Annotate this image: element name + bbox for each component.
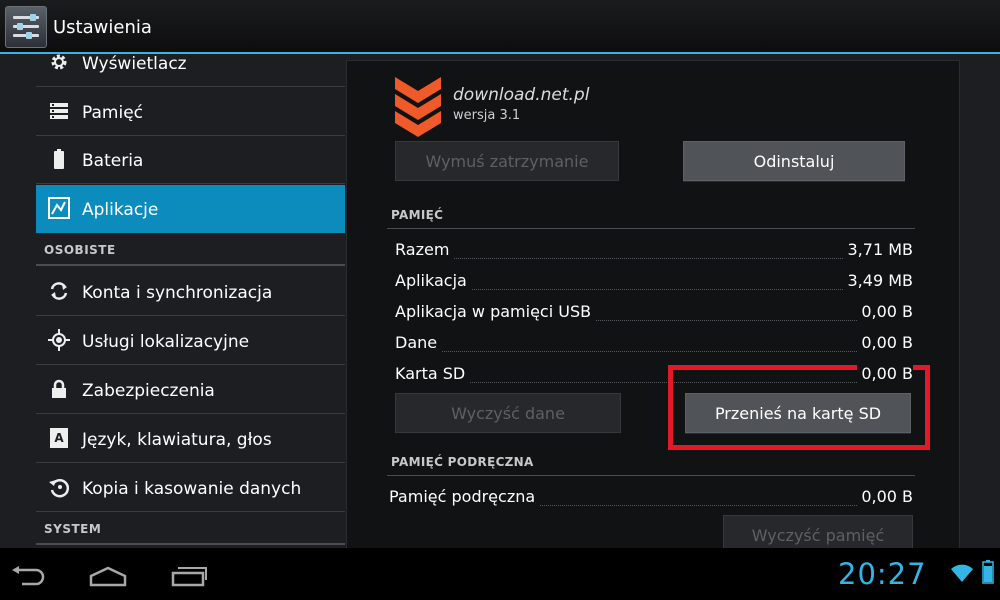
divider <box>387 475 915 476</box>
action-bar: Ustawienia <box>0 0 1000 54</box>
page-title: Ustawienia <box>53 17 152 38</box>
divider <box>387 228 915 229</box>
sidebar-item-label: Aplikacje <box>82 200 159 220</box>
battery-status-icon <box>982 560 994 584</box>
storage-row-data: Dane 0,00 B <box>395 333 913 352</box>
uninstall-button[interactable]: Odinstaluj <box>683 141 905 181</box>
keyboard-language-icon: A <box>48 427 70 449</box>
download-logo-icon <box>395 77 441 137</box>
sidebar-item-backup-reset[interactable]: Kopia i kasowanie danych <box>36 464 345 512</box>
home-icon[interactable] <box>88 565 128 587</box>
settings-sliders-icon[interactable] <box>5 6 47 48</box>
sidebar-item-location[interactable]: Usługi lokalizacyjne <box>36 317 345 365</box>
lock-icon <box>48 378 70 400</box>
sidebar-item-security[interactable]: Zabezpieczenia <box>36 366 345 414</box>
svg-text:A: A <box>54 431 64 445</box>
cache-section-header: PAMIĘĆ PODRĘCZNA <box>391 455 534 469</box>
sidebar-item-display[interactable]: Wyświetlacz <box>36 54 345 87</box>
sidebar-item-label: Konta i synchronizacja <box>82 283 273 303</box>
sidebar-item-label: Bateria <box>82 151 144 171</box>
settings-sidebar: Wyświetlacz Pamięć Bateria Aplikacje OSO… <box>36 54 345 548</box>
sidebar-item-label: Pamięć <box>82 103 143 123</box>
section-header-system: SYSTEM <box>36 513 345 545</box>
app-version: wersja 3.1 <box>453 108 521 123</box>
clear-data-button[interactable]: Wyczyść dane <box>395 393 621 433</box>
sidebar-item-storage[interactable]: Pamięć <box>36 88 345 136</box>
status-clock: 20:27 <box>838 557 927 591</box>
force-stop-button[interactable]: Wymuś zatrzymanie <box>395 141 619 181</box>
sidebar-item-label: Usługi lokalizacyjne <box>82 332 250 352</box>
sidebar-item-label: Zabezpieczenia <box>82 381 215 401</box>
storage-section-header: PAMIĘĆ <box>391 208 444 222</box>
battery-icon <box>48 148 70 170</box>
section-header-personal: OSOBISTE <box>36 234 345 266</box>
recent-apps-icon[interactable] <box>170 565 210 587</box>
app-info-panel: download.net.pl wersja 3.1 Wymuś zatrzym… <box>346 60 960 548</box>
back-icon[interactable] <box>10 566 46 586</box>
app-name: download.net.pl <box>453 85 590 105</box>
sidebar-item-accounts-sync[interactable]: Konta i synchronizacja <box>36 268 345 316</box>
settings-content: Wyświetlacz Pamięć Bateria Aplikacje OSO… <box>0 54 1000 548</box>
storage-icon <box>48 100 70 122</box>
clear-cache-button[interactable]: Wyczyść pamięć <box>723 515 913 548</box>
storage-row-application: Aplikacja 3,49 MB <box>395 271 913 290</box>
storage-row-total: Razem 3,71 MB <box>395 240 913 259</box>
sync-icon <box>48 280 70 302</box>
sidebar-item-label: Język, klawiatura, głos <box>82 430 272 450</box>
location-icon <box>48 329 70 351</box>
wifi-icon <box>951 564 973 582</box>
sidebar-item-language[interactable]: A Język, klawiatura, głos <box>36 415 345 463</box>
sidebar-item-label: Kopia i kasowanie danych <box>82 479 302 499</box>
cache-row: Pamięć podręczna 0,00 B <box>389 487 913 506</box>
gear-icon <box>48 54 70 73</box>
sidebar-item-applications[interactable]: Aplikacje <box>36 185 345 233</box>
storage-row-usb: Aplikacja w pamięci USB 0,00 B <box>395 302 913 321</box>
sidebar-item-battery[interactable]: Bateria <box>36 136 345 184</box>
apps-icon <box>48 197 70 219</box>
sidebar-item-label: Wyświetlacz <box>82 54 187 74</box>
backup-icon <box>48 476 70 498</box>
